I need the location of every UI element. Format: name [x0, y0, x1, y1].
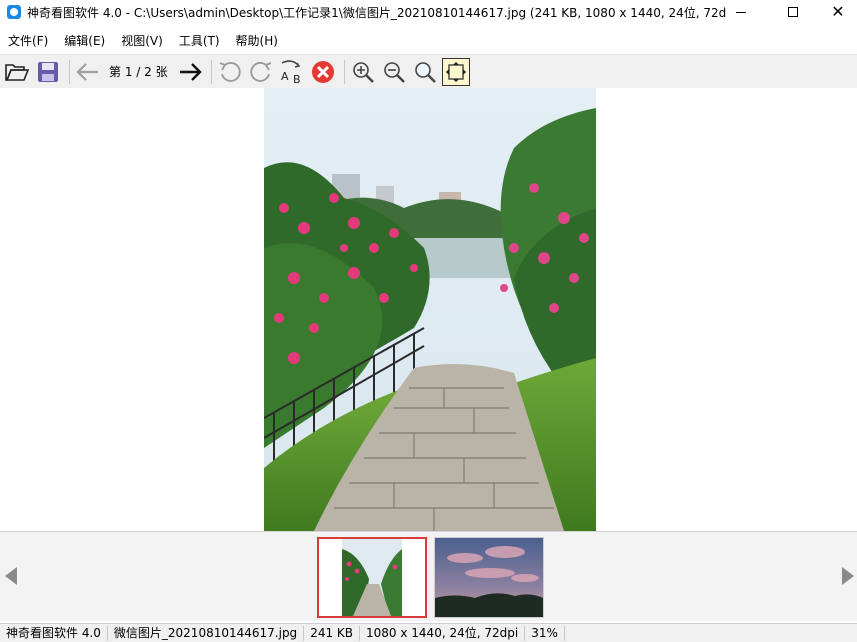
- save-button[interactable]: [34, 58, 62, 86]
- menu-bar: 文件(F) 编辑(E) 视图(V) 工具(T) 帮助(H): [0, 30, 286, 50]
- zoom-out-button[interactable]: [380, 58, 408, 86]
- close-icon: ✕: [831, 2, 845, 21]
- maximize-button[interactable]: [770, 0, 816, 24]
- toolbar-separator: [69, 59, 70, 84]
- rename-icon: A B: [281, 59, 301, 84]
- minimize-button[interactable]: [718, 0, 764, 24]
- toolbar: 第 1 / 2 张 A B: [0, 54, 857, 88]
- zoom-in-icon: [352, 61, 374, 83]
- fit-window-button[interactable]: [441, 57, 470, 86]
- thumbnail-selected[interactable]: [317, 537, 427, 618]
- menu-view[interactable]: 视图(V): [113, 32, 171, 49]
- maximize-icon: [788, 7, 798, 17]
- image-viewer[interactable]: [0, 88, 857, 531]
- open-button[interactable]: [3, 58, 31, 86]
- status-file-size: 241 KB: [304, 625, 361, 641]
- scroll-left-icon[interactable]: [5, 567, 17, 585]
- rotate-left-icon: [219, 61, 241, 82]
- rotate-right-button[interactable]: [247, 58, 275, 86]
- svg-text:A: A: [281, 70, 289, 83]
- delete-icon: [311, 60, 334, 83]
- status-bar: 神奇看图软件 4.0 微信图片_20210810144617.jpg 241 K…: [0, 623, 857, 642]
- toolbar-separator: [343, 59, 345, 84]
- minimize-icon: [736, 11, 746, 13]
- rename-button[interactable]: A B: [278, 58, 306, 86]
- toolbar-separator: [210, 59, 212, 84]
- rotate-left-button[interactable]: [216, 58, 244, 86]
- fit-window-icon: [445, 61, 466, 82]
- actual-size-button[interactable]: [411, 58, 439, 86]
- menu-file[interactable]: 文件(F): [0, 32, 56, 49]
- app-logo-icon: [7, 5, 21, 19]
- status-zoom: 31%: [525, 625, 565, 641]
- previous-arrow-icon: [76, 62, 98, 81]
- menu-edit[interactable]: 编辑(E): [56, 32, 113, 49]
- next-arrow-icon: [179, 62, 202, 81]
- close-button[interactable]: ✕: [815, 0, 857, 24]
- zoom-out-icon: [383, 61, 405, 83]
- status-file-name: 微信图片_20210810144617.jpg: [108, 625, 305, 641]
- status-image-info: 1080 x 1440, 24位, 72dpi: [360, 625, 526, 641]
- save-icon: [38, 61, 58, 82]
- previous-button[interactable]: [74, 58, 102, 86]
- next-button[interactable]: [176, 58, 204, 86]
- page-counter: 第 1 / 2 张: [109, 65, 168, 79]
- menu-tools[interactable]: 工具(T): [171, 32, 228, 49]
- dusk-sky-thumbnail-image: [435, 538, 543, 617]
- delete-button[interactable]: [309, 58, 337, 86]
- title-bar: 神奇看图软件 4.0 - C:\Users\admin\Desktop\工作记录…: [0, 0, 857, 24]
- window-title: 神奇看图软件 4.0 - C:\Users\admin\Desktop\工作记录…: [27, 5, 727, 20]
- menu-help[interactable]: 帮助(H): [228, 32, 286, 49]
- actual-size-icon: [414, 61, 436, 83]
- garden-thumbnail-image: [319, 539, 425, 616]
- status-app-name: 神奇看图软件 4.0: [0, 625, 108, 641]
- garden-path-photo: [264, 88, 596, 531]
- open-folder-icon: [5, 63, 29, 81]
- thumbnail-strip: [0, 531, 857, 621]
- svg-text:B: B: [293, 73, 301, 84]
- rotate-right-icon: [249, 61, 271, 82]
- thumbnail-dusk-sky[interactable]: [434, 537, 544, 618]
- scroll-right-icon[interactable]: [842, 567, 854, 585]
- zoom-in-button[interactable]: [349, 58, 377, 86]
